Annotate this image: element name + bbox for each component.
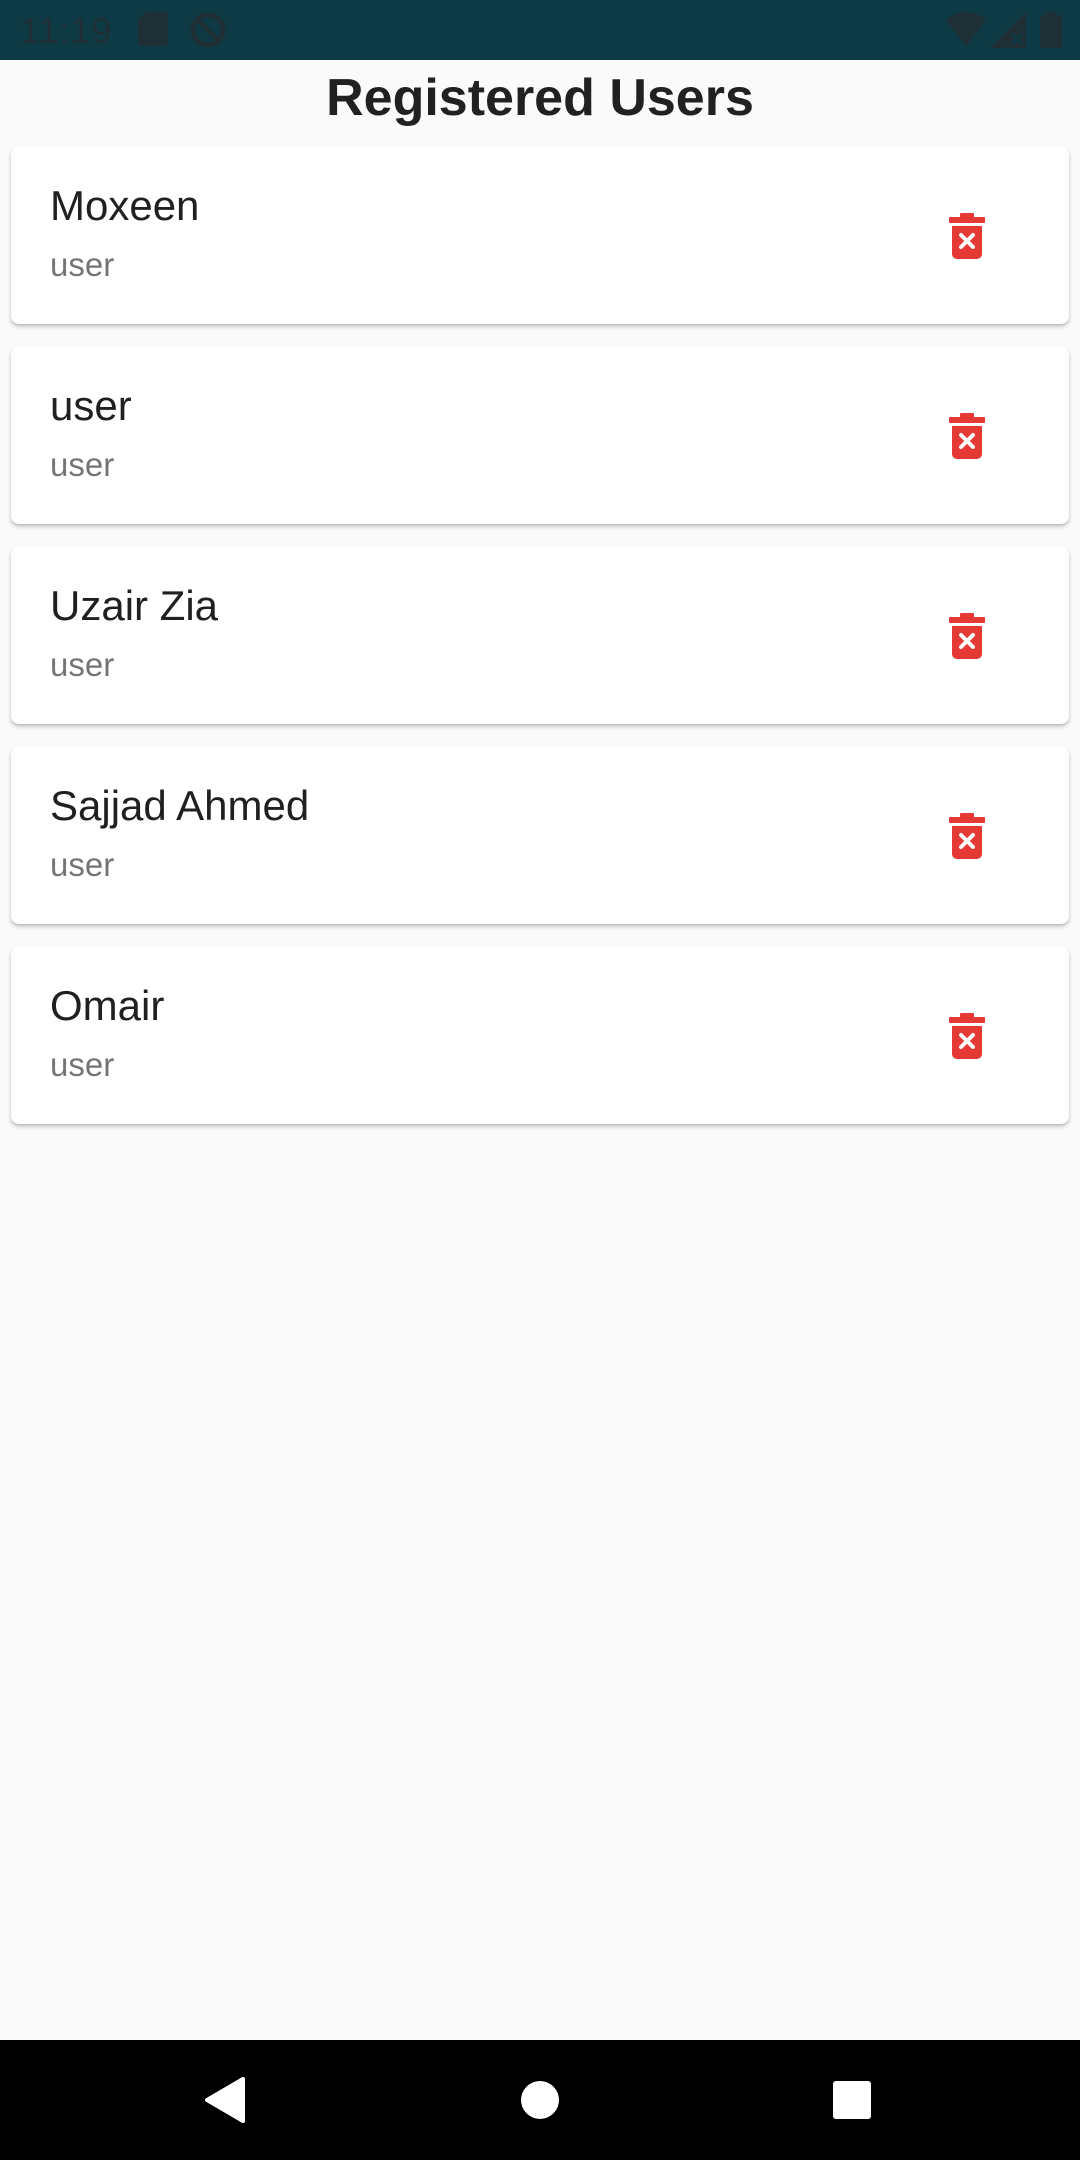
nav-back-button[interactable]	[165, 2040, 285, 2160]
user-name: Moxeen	[50, 182, 200, 229]
user-card[interactable]: user user	[11, 346, 1069, 524]
user-name: user	[50, 382, 132, 429]
signal-icon	[990, 12, 1026, 53]
delete-user-button[interactable]	[937, 606, 997, 666]
battery-icon	[1040, 12, 1062, 53]
delete-user-button[interactable]	[937, 206, 997, 266]
sd-card-icon	[138, 12, 168, 51]
user-role: user	[50, 246, 115, 283]
user-role: user	[50, 1046, 115, 1083]
trash-icon	[949, 813, 985, 859]
page-title: Registered Users	[326, 69, 754, 127]
home-icon	[521, 2081, 559, 2119]
user-list: Moxeen user user user Uzair Zia user Sajjad Ah…	[11, 146, 1069, 1146]
trash-icon	[949, 213, 985, 259]
user-card[interactable]: Uzair Zia user	[11, 546, 1069, 724]
wifi-icon	[946, 12, 986, 51]
user-card[interactable]: Moxeen user	[11, 146, 1069, 324]
user-name: Omair	[50, 982, 165, 1029]
status-time: 11:19	[20, 10, 113, 51]
user-name: Uzair Zia	[50, 582, 219, 629]
user-role: user	[50, 646, 115, 683]
user-card[interactable]: Sajjad Ahmed user	[11, 746, 1069, 924]
screen: 11:19 Registered Users Moxeen user user …	[0, 0, 1080, 2160]
status-bar: 11:19	[0, 0, 1080, 60]
trash-icon	[949, 413, 985, 459]
trash-icon	[949, 613, 985, 659]
recents-icon	[833, 2081, 871, 2119]
nav-recents-button[interactable]	[792, 2040, 912, 2160]
user-name: Sajjad Ahmed	[50, 782, 310, 829]
delete-user-button[interactable]	[937, 806, 997, 866]
user-role: user	[50, 846, 115, 883]
delete-user-button[interactable]	[937, 1006, 997, 1066]
navigation-bar	[0, 2040, 1080, 2160]
back-icon	[205, 2077, 245, 2123]
nav-home-button[interactable]	[480, 2040, 600, 2160]
trash-icon	[949, 1013, 985, 1059]
user-card[interactable]: Omair user	[11, 946, 1069, 1124]
delete-user-button[interactable]	[937, 406, 997, 466]
cast-icon	[190, 12, 226, 53]
user-role: user	[50, 446, 115, 483]
